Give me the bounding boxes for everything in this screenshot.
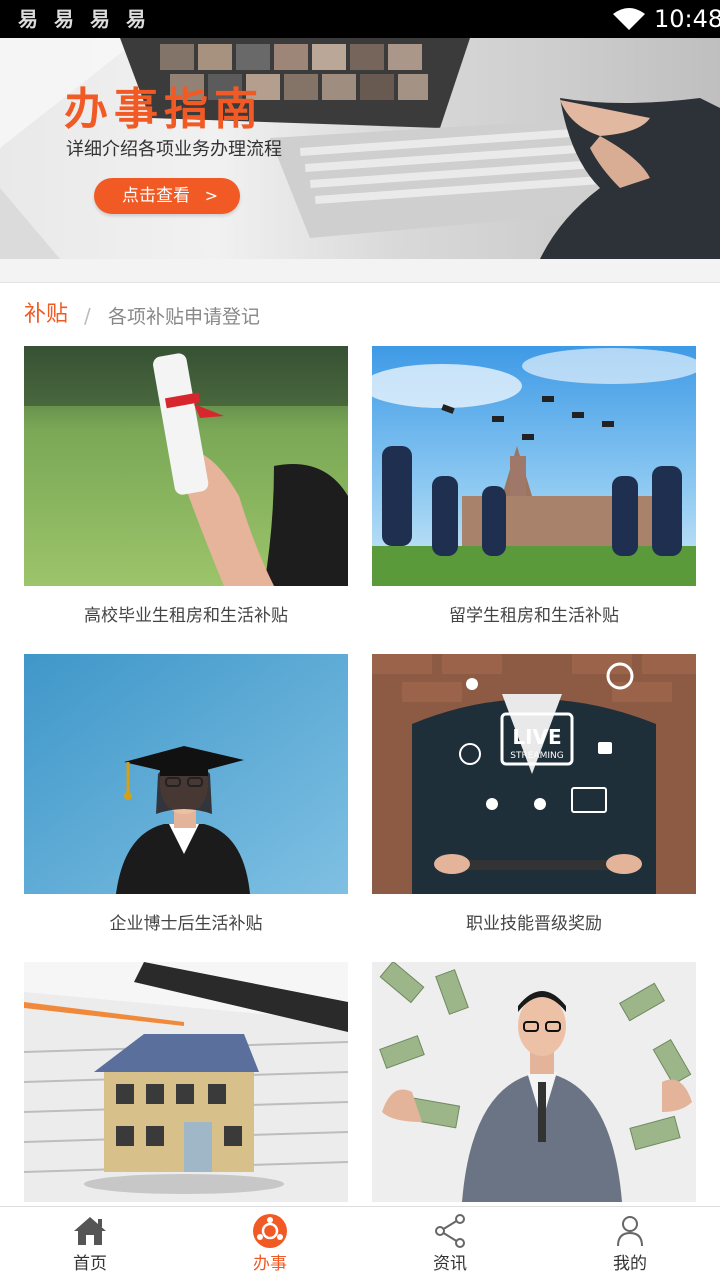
view-guide-button[interactable]: 点击查看 > [94,178,240,214]
card-caption: 企业博士后生活补贴 [109,914,263,934]
subsidy-section-header: 补贴 / 各项补贴申请登记 [0,284,720,346]
status-time: 10:48 [654,5,720,33]
house-model-image [24,962,348,1202]
wifi-icon [613,8,645,30]
section-separator: / [84,304,91,328]
card-caption: 留学生租房和生活补贴 [449,606,619,626]
tab-label: 资讯 [433,1254,467,1274]
app-notification-icon: 易 [18,7,38,31]
subsidy-card-housing[interactable] [24,962,348,1202]
notification-icons: 易 易 易 易 [14,6,150,32]
app-notification-icon: 易 [90,7,110,31]
overseas-graduates-image [372,346,696,586]
tab-home[interactable]: 首页 [0,1207,180,1280]
subsidy-card-postdoc[interactable]: 企业博士后生活补贴 [24,654,348,936]
app-notification-icon: 易 [126,7,146,31]
postdoc-woman-image [24,654,348,894]
view-guide-button-label: 点击查看 [122,186,190,206]
banner-subtitle: 详细介绍各项业务办理流程 [66,139,282,160]
banner-title: 办事指南 [64,84,264,135]
subsidy-card-reward[interactable] [372,962,696,1202]
home-icon [74,1217,106,1245]
businessman-money-image [372,962,696,1202]
service-icon [253,1214,287,1248]
live-text: LIVE [512,725,561,749]
user-icon [617,1216,643,1247]
tab-label: 办事 [253,1254,287,1274]
tab-label: 我的 [613,1254,647,1274]
subsidy-card-overseas[interactable]: 留学生租房和生活补贴 [372,346,696,628]
section-subtitle: 各项补贴申请登记 [108,306,261,328]
section-divider [0,259,720,283]
card-caption: 职业技能晋级奖励 [466,914,602,934]
chevron-right-icon: > [204,186,218,205]
tab-service[interactable]: 办事 [180,1207,360,1280]
status-bar: 易 易 易 易 10:48 [0,0,720,38]
share-icon [435,1214,465,1248]
guide-banner[interactable]: 办事指南 详细介绍各项业务办理流程 点击查看 > [0,38,720,259]
tab-news[interactable]: 资讯 [360,1207,540,1280]
subsidy-card-graduate[interactable]: 高校毕业生租房和生活补贴 [24,346,348,628]
app-notification-icon: 易 [54,7,74,31]
section-title: 补贴 [24,302,69,327]
vocational-skills-image: LIVE STREAMING [372,654,696,894]
graduate-diploma-image [24,346,348,586]
streaming-text: STREAMING [510,751,563,761]
subsidy-card-vocational[interactable]: LIVE STREAMING 职业技能晋级奖励 [372,654,696,936]
bottom-tab-bar: 首页 办事 资讯 我的 [0,1206,720,1280]
tab-mine[interactable]: 我的 [540,1207,720,1280]
tab-label: 首页 [73,1254,107,1274]
card-caption: 高校毕业生租房和生活补贴 [84,606,288,626]
